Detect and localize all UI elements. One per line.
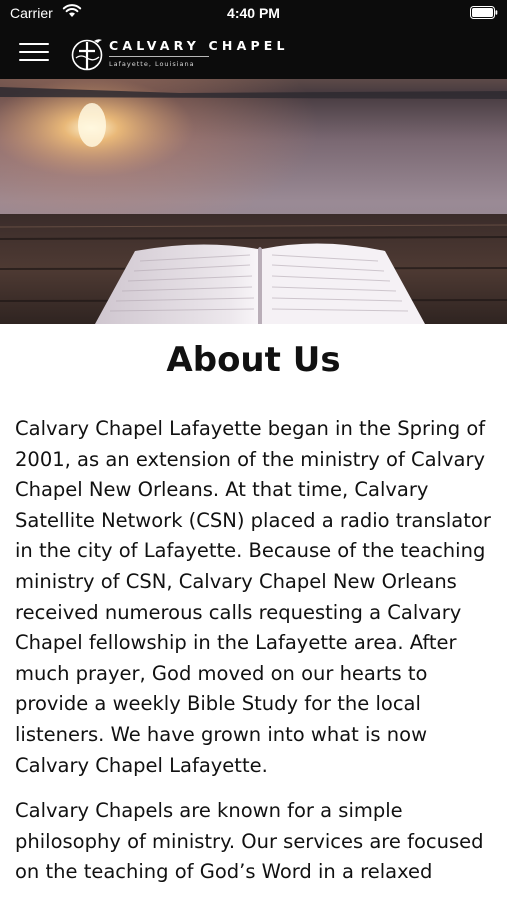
about-paragraph: Calvary Chapels are known for a simple p… — [15, 799, 484, 884]
status-time: 4:40 PM — [227, 5, 280, 21]
logo-subtitle: Lafayette, Louisiana — [109, 60, 195, 68]
top-bar: Carrier 4:40 PM CALVARY CHAPEL Lafayette… — [0, 0, 507, 79]
cross-dove-logo-icon — [71, 39, 103, 71]
logo-name: CALVARY CHAPEL — [109, 38, 289, 53]
battery-icon — [470, 6, 498, 19]
hamburger-menu-icon[interactable] — [19, 40, 50, 64]
about-paragraph: Calvary Chapel Lafayette began in the Sp… — [15, 417, 491, 777]
hero-image — [0, 79, 507, 324]
page-title: About Us — [166, 340, 341, 380]
logo-divider — [109, 56, 209, 57]
about-content: Calvary Chapel Lafayette began in the Sp… — [15, 414, 497, 900]
